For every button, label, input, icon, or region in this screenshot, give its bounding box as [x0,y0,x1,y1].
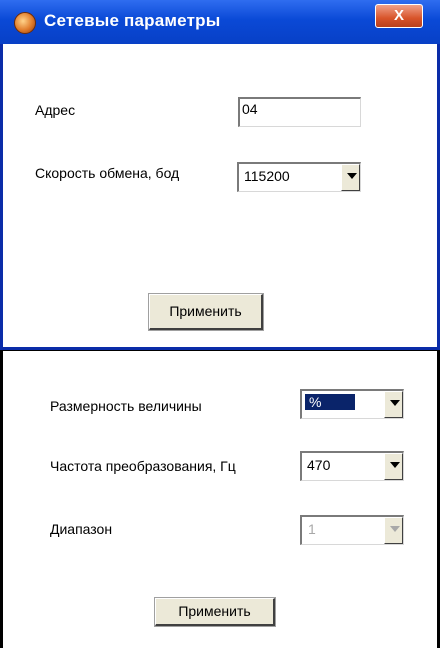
frequency-dropdown-button[interactable] [384,453,403,480]
apply-measurement-button[interactable]: Применить [154,597,276,627]
unit-dropdown-button[interactable] [384,391,403,418]
chevron-down-icon [347,173,357,179]
range-select: 1 [300,515,404,545]
baud-rate-label: Скорость обмена, бод [35,165,180,181]
baud-rate-dropdown-button[interactable] [341,164,360,191]
window-title: Сетевые параметры [44,11,221,30]
range-dropdown-button [384,517,403,544]
unit-label: Размерность величины [50,398,202,414]
baud-rate-value: 115200 [244,168,290,184]
range-label: Диапазон [50,521,113,537]
measurement-settings-panel: Размерность величины % Частота преобразо… [0,350,440,648]
conversion-frequency-value: 470 [307,457,331,473]
chevron-down-icon [390,526,400,532]
baud-rate-select[interactable]: 115200 [237,162,361,192]
title-bar[interactable]: Сетевые параметры X [0,0,440,44]
address-input[interactable]: 04 [238,97,361,127]
range-value: 1 [308,521,316,537]
address-label: Адрес [35,102,76,118]
network-settings-window: Сетевые параметры X Адрес 04 Скорость об… [0,0,440,350]
unit-select[interactable]: % [300,389,404,419]
conversion-frequency-label: Частота преобразования, Гц [50,458,236,474]
chevron-down-icon [390,462,400,468]
address-value: 04 [242,101,258,117]
close-button[interactable]: X [375,4,423,28]
app-icon [14,12,36,34]
chevron-down-icon [390,400,400,406]
apply-network-button[interactable]: Применить [148,293,264,331]
conversion-frequency-select[interactable]: 470 [300,451,404,481]
unit-value: % [305,394,356,410]
